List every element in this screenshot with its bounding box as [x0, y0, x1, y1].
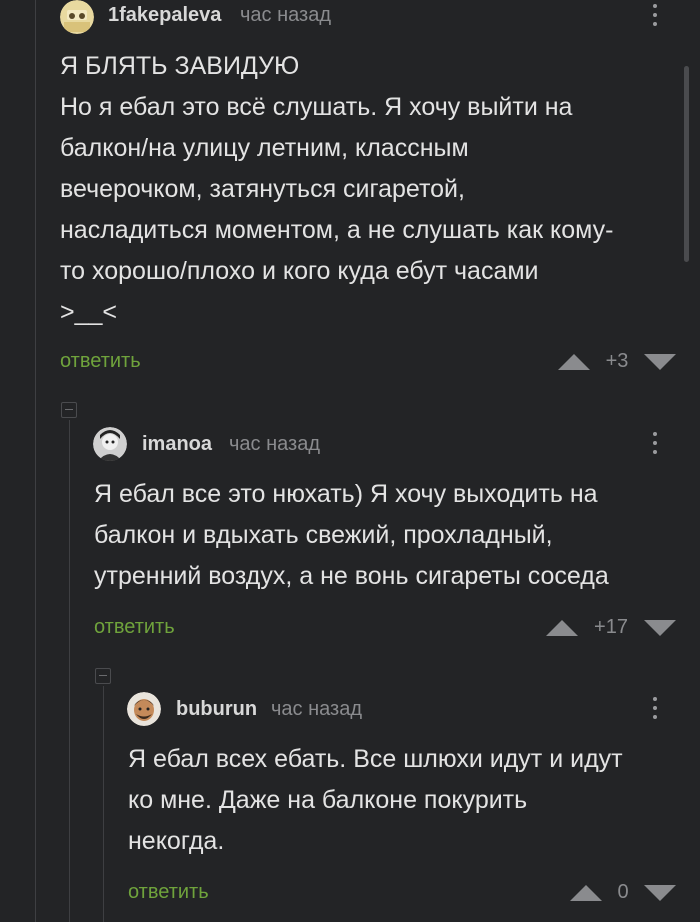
- collapse-icon[interactable]: [95, 668, 111, 684]
- comment-line: некогда.: [128, 827, 225, 855]
- rating-value: 0: [617, 881, 629, 903]
- reply-button[interactable]: ответить: [60, 350, 141, 373]
- downvote-icon[interactable]: [644, 354, 676, 370]
- comment-line: Я ебал все это нюхать) Я хочу выходить н…: [94, 480, 598, 508]
- comment-username[interactable]: 1fakepaleva: [108, 4, 221, 27]
- rating-value: +17: [594, 616, 628, 638]
- comment-time: час назад: [271, 698, 363, 720]
- reply-button[interactable]: ответить: [128, 881, 209, 904]
- comment-line: Я ебал всех ебать. Все шлюхи идут и идут: [128, 745, 623, 773]
- rating-value: +3: [605, 350, 629, 372]
- upvote-icon[interactable]: [570, 885, 602, 901]
- upvote-icon[interactable]: [558, 354, 590, 370]
- avatar[interactable]: [93, 427, 127, 461]
- kebab-menu-icon[interactable]: [650, 2, 660, 30]
- collapse-icon[interactable]: [61, 402, 77, 418]
- comment-line: >__<: [60, 298, 118, 326]
- comment-body: Я ебал все это нюхать) Я хочу выходить н…: [94, 474, 609, 597]
- comment-line: Я БЛЯТЬ ЗАВИДУЮ: [60, 52, 300, 80]
- upvote-icon[interactable]: [546, 620, 578, 636]
- comment-time: час назад: [240, 4, 332, 26]
- comment-time: час назад: [229, 433, 321, 455]
- comment-line: балкон и вдыхать свежий, прохладный,: [94, 521, 553, 549]
- kebab-menu-icon[interactable]: [650, 695, 660, 723]
- comment-line: балкон/на улицу летним, классным: [60, 134, 469, 162]
- comment-username[interactable]: buburun: [176, 698, 257, 721]
- comment-line: вечерочком, затянуться сигаретой,: [60, 175, 465, 203]
- comments-page: 1fakepaleva час назад Я БЛЯТЬ ЗАВИДУЮ Но…: [0, 0, 700, 922]
- comment-line: ко мне. Даже на балконе покурить: [128, 786, 528, 814]
- thread-line-level-2[interactable]: [103, 686, 104, 922]
- downvote-icon[interactable]: [644, 620, 676, 636]
- comment-username[interactable]: imanoa: [142, 433, 212, 456]
- avatar[interactable]: [60, 0, 94, 34]
- kebab-menu-icon[interactable]: [650, 430, 660, 458]
- comment-line: Но я ебал это всё слушать. Я хочу выйти …: [60, 93, 573, 121]
- thread-line-level-0[interactable]: [35, 0, 36, 922]
- comment-line: то хорошо/плохо и кого куда ебут часами: [60, 257, 539, 285]
- comment-body: Я ебал всех ебать. Все шлюхи идут и идут…: [128, 739, 623, 862]
- comment-line: утренний воздух, а не вонь сигареты сосе…: [94, 562, 609, 590]
- downvote-icon[interactable]: [644, 885, 676, 901]
- avatar[interactable]: [127, 692, 161, 726]
- comment-line: насладиться моментом, а не слушать как к…: [60, 216, 614, 244]
- thread-line-level-1[interactable]: [69, 420, 70, 922]
- reply-button[interactable]: ответить: [94, 616, 175, 639]
- comment-body: Я БЛЯТЬ ЗАВИДУЮ Но я ебал это всё слушат…: [60, 46, 613, 333]
- scrollbar-thumb[interactable]: [684, 66, 689, 262]
